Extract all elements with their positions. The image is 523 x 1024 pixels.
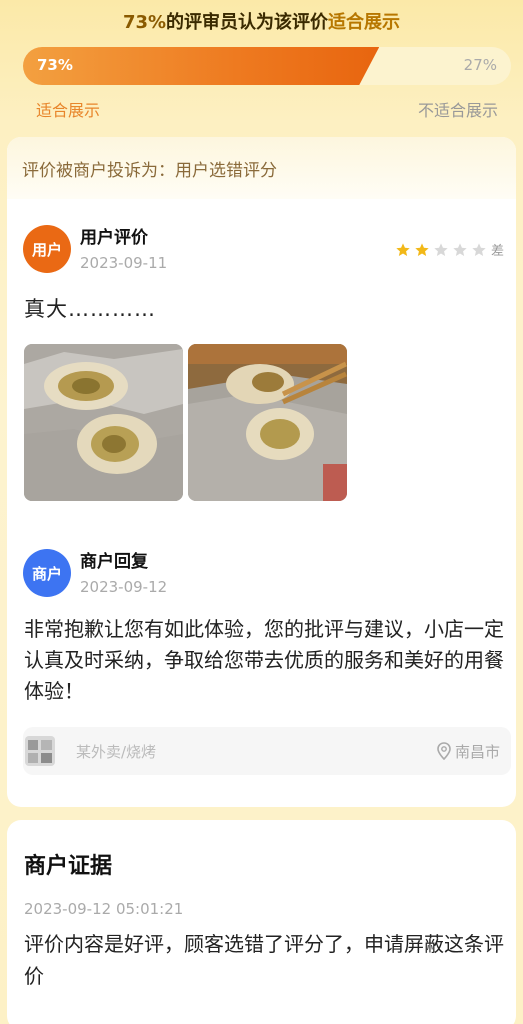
evidence-time: 2023-09-12 05:01:21 [24, 900, 184, 918]
vote-progress-bar: 27% 73% [23, 47, 511, 85]
user-avatar: 用户 [23, 225, 71, 273]
reply-text: 非常抱歉让您有如此体验，您的批评与建议，小店一定认真及时采纳，争取给您带去优质的… [24, 617, 504, 703]
review-author: 用户 用户评价 2023-09-11 [23, 221, 167, 273]
merchant-evidence-card: 商户证据 2023-09-12 05:01:21 评价内容是好评，顾客选错了评分… [7, 820, 516, 1024]
shop-name: 某外卖/烧烤 [76, 742, 157, 761]
evidence-title: 商户证据 [24, 854, 113, 879]
complaint-header: 评价被商户投诉为：用户选错评分 [7, 137, 516, 199]
shop-location: 南昌市 [437, 741, 500, 762]
review-photo-1[interactable] [24, 344, 183, 501]
unsuitable-percent: 27% [463, 56, 497, 74]
suitable-caption: 适合展示 [36, 101, 101, 120]
star-rating: 差 [395, 240, 504, 259]
shop-location-text: 南昌市 [454, 742, 500, 761]
star-empty-icon [472, 242, 486, 256]
shop-thumbnail [25, 736, 55, 766]
star-empty-icon [434, 242, 448, 256]
suitable-bar-fill: 73% [23, 47, 379, 85]
star-filled-icon [415, 242, 429, 256]
rating-label: 差 [490, 244, 504, 259]
suitable-percent: 73% [37, 56, 73, 74]
review-date: 2023-09-11 [80, 254, 168, 272]
vote-mid-text: 的评审员认为该评价 [166, 12, 329, 33]
vote-percent: 73% [122, 12, 167, 33]
merchant-reply-author: 商户 商户回复 2023-09-12 [23, 545, 167, 597]
reply-date: 2023-09-12 [80, 578, 168, 596]
reply-title: 商户回复 [80, 552, 148, 572]
shop-info-bar[interactable]: 某外卖/烧烤 南昌市 [23, 727, 511, 775]
location-pin-icon [437, 742, 451, 760]
review-title: 用户评价 [80, 228, 148, 248]
review-photo-2[interactable] [188, 344, 347, 501]
vote-highlight: 适合展示 [328, 12, 401, 33]
review-text: 真大………… [24, 297, 156, 321]
unsuitable-caption: 不适合展示 [417, 101, 498, 120]
star-empty-icon [453, 242, 467, 256]
vote-summary-title: 73%的评审员认为该评价适合展示 [0, 8, 523, 34]
evidence-content: 评价内容是好评，顾客选错了评分了，申请屏蔽这条评价 [24, 932, 504, 988]
merchant-avatar: 商户 [23, 549, 71, 597]
star-filled-icon [396, 242, 410, 256]
review-card: 评价被商户投诉为：用户选错评分 用户 用户评价 2023-09-11 差 真大…… [7, 137, 516, 807]
